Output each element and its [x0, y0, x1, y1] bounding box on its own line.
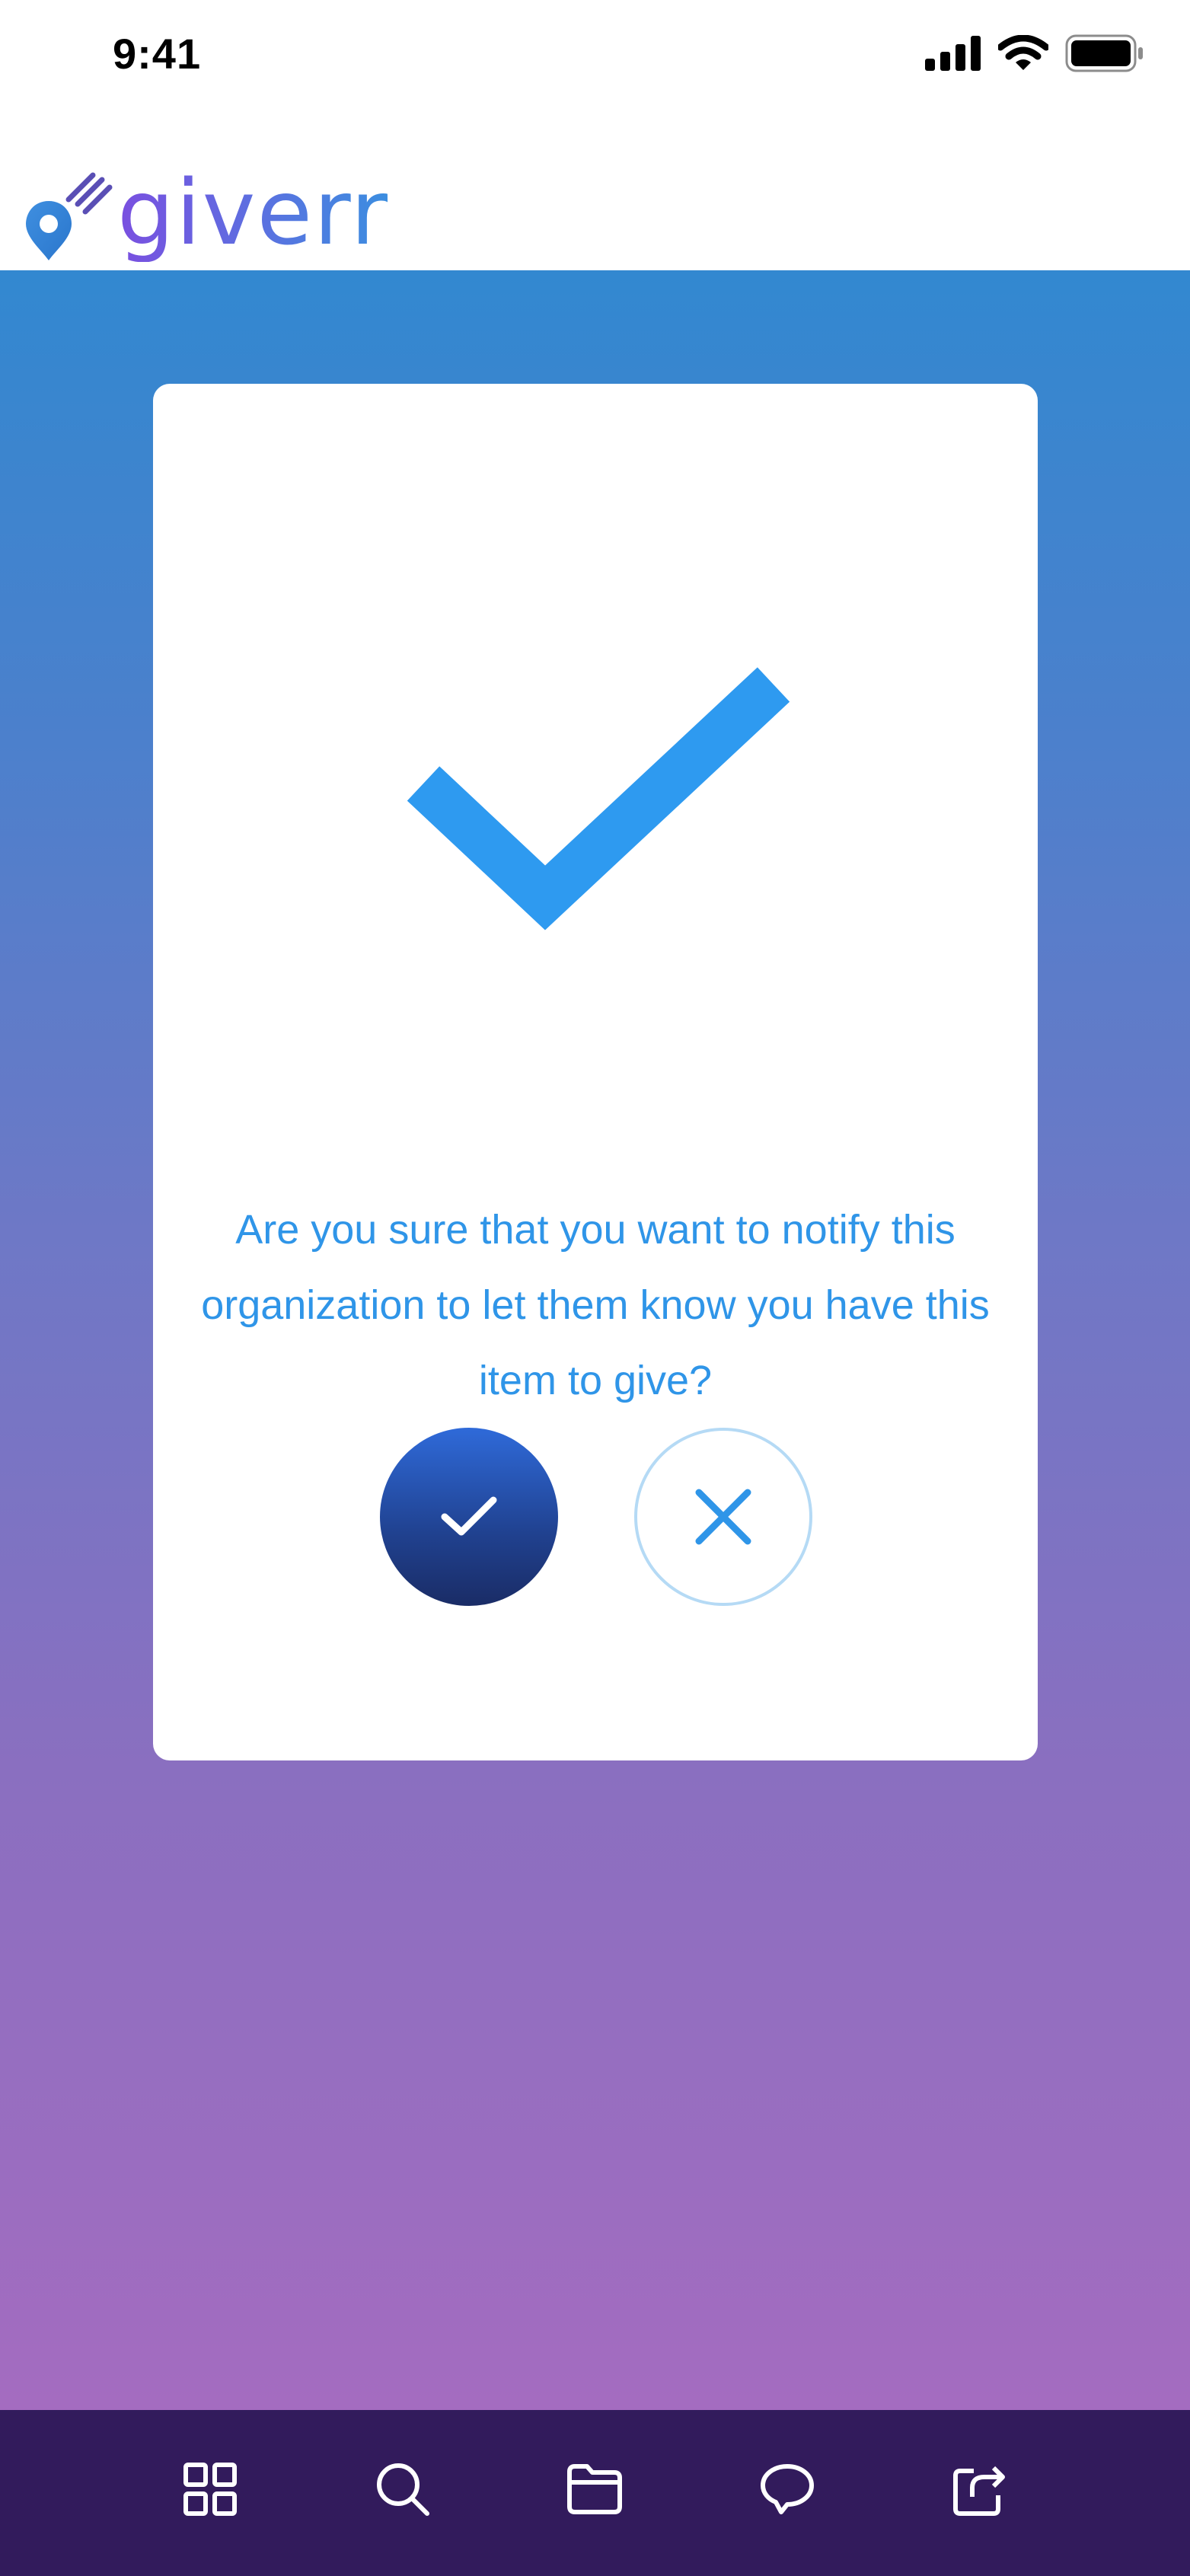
nav-item-share[interactable]	[942, 2451, 1018, 2527]
logo-text: giverr	[117, 160, 390, 265]
nav-item-search[interactable]	[365, 2451, 441, 2527]
giverr-logo[interactable]: giverr	[23, 168, 389, 262]
wifi-icon	[998, 35, 1048, 70]
checkmark-icon	[407, 667, 790, 930]
nav-item-home[interactable]	[172, 2451, 248, 2527]
status-icons	[925, 30, 1144, 76]
dialog-message: Are you sure that you want to notify thi…	[201, 1207, 990, 1403]
search-icon	[376, 2463, 429, 2516]
battery-icon	[1065, 34, 1143, 72]
status-time: 9:41	[113, 30, 202, 78]
location-pin-icon	[26, 172, 113, 260]
chat-bubble-icon	[761, 2464, 815, 2514]
nav-item-folder[interactable]	[557, 2451, 633, 2527]
confirmation-dialog: Are you sure that you want to notify thi…	[153, 384, 1038, 1760]
share-icon	[952, 2466, 1005, 2516]
bottom-nav	[0, 2410, 1190, 2576]
nav-item-messages[interactable]	[749, 2451, 825, 2527]
folder-icon	[567, 2464, 623, 2514]
grid-icon	[183, 2463, 238, 2516]
cancel-button[interactable]	[634, 1428, 812, 1606]
app-header: giverr	[0, 114, 1190, 270]
status-bar: 9:41	[0, 0, 1190, 114]
check-icon	[441, 1496, 497, 1536]
close-icon	[695, 1489, 751, 1545]
confirm-button[interactable]	[380, 1428, 558, 1606]
signal-icon	[925, 36, 981, 71]
